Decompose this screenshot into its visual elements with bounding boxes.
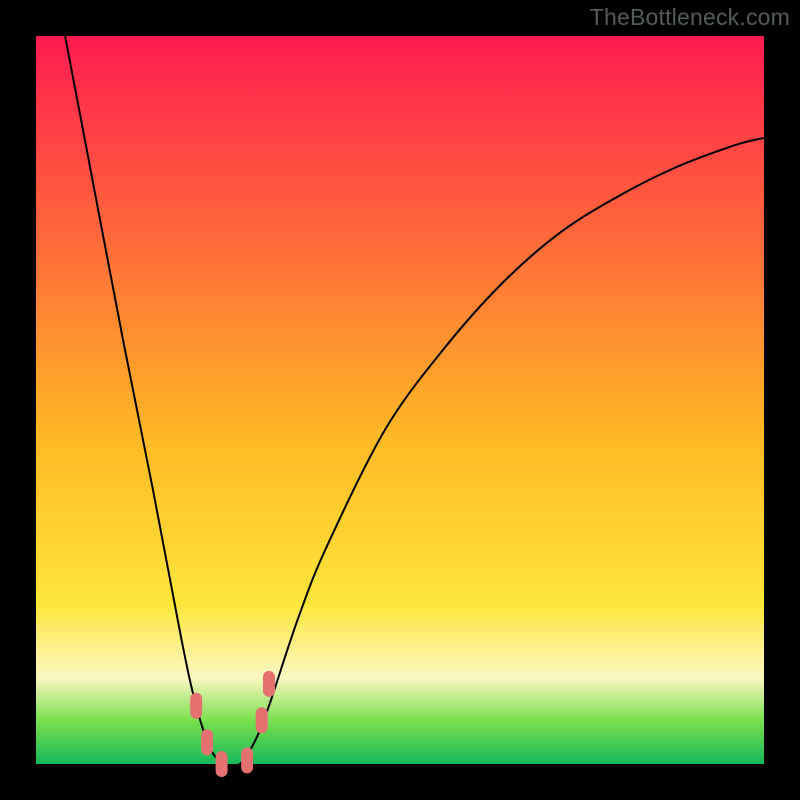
chart-svg	[36, 36, 764, 764]
bottleneck-curve	[65, 36, 764, 766]
plot-area	[36, 36, 764, 764]
data-marker	[241, 747, 253, 773]
data-marker	[216, 751, 228, 777]
marker-group	[190, 671, 275, 777]
data-marker	[201, 729, 213, 755]
data-marker	[263, 671, 275, 697]
watermark-text: TheBottleneck.com	[590, 4, 790, 31]
data-marker	[256, 707, 268, 733]
outer-frame: TheBottleneck.com	[0, 0, 800, 800]
data-marker	[190, 693, 202, 719]
